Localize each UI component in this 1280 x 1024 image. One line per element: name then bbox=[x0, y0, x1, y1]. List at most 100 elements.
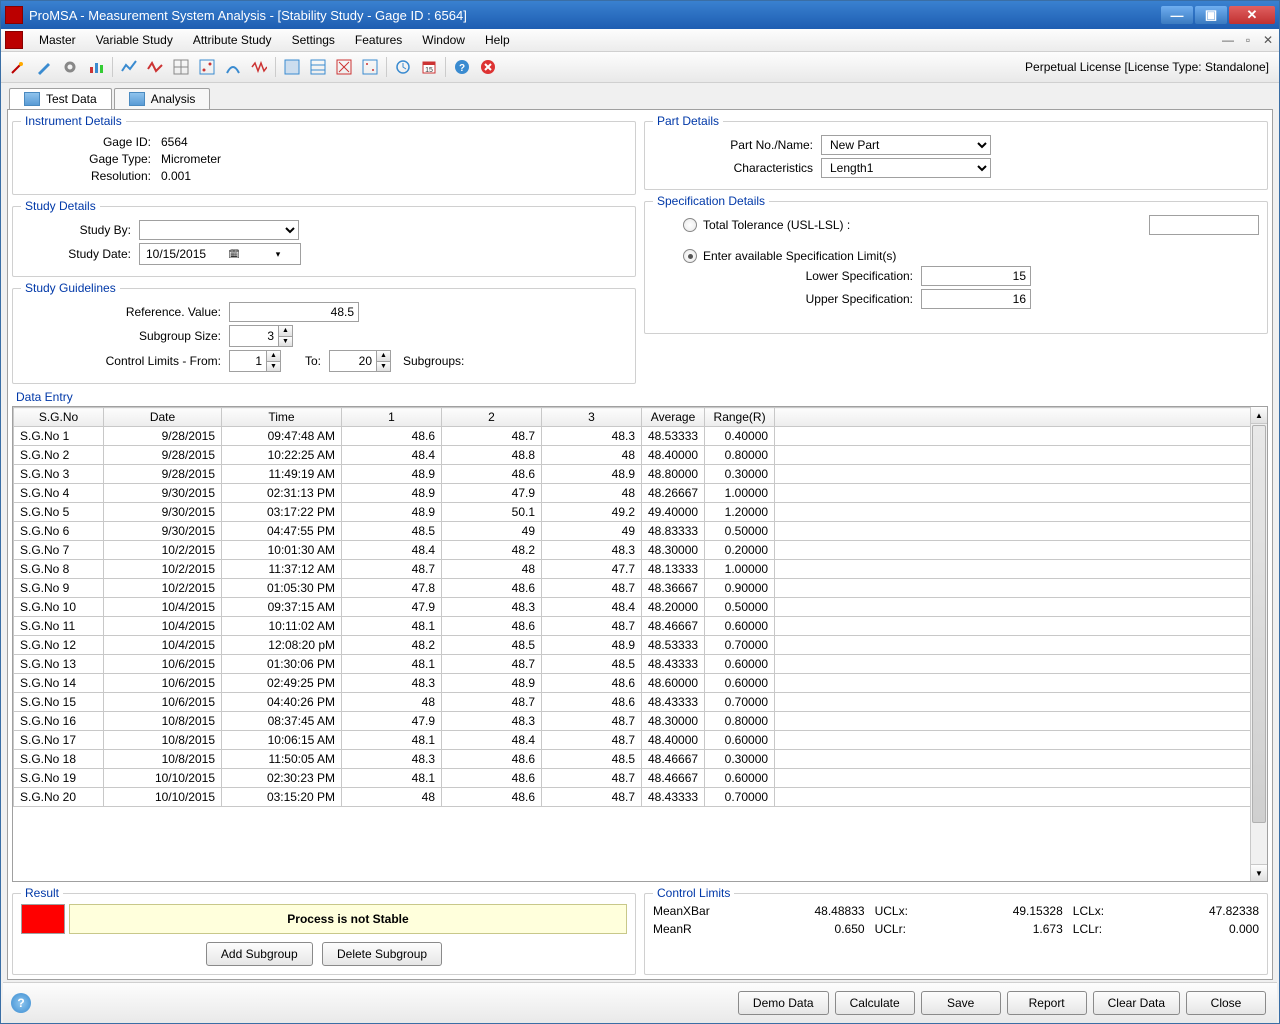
table-cell[interactable]: 48.6 bbox=[442, 769, 542, 788]
tb-grid1-icon[interactable] bbox=[281, 56, 303, 78]
table-cell[interactable]: 48.6 bbox=[542, 674, 642, 693]
table-row[interactable]: S.G.No 69/30/201504:47:55 PM48.5494948.8… bbox=[14, 522, 1251, 541]
table-cell[interactable]: 48.1 bbox=[342, 769, 442, 788]
menu-features[interactable]: Features bbox=[345, 31, 412, 49]
tb-clock-icon[interactable] bbox=[392, 56, 414, 78]
table-cell[interactable]: 48.46667 bbox=[642, 750, 705, 769]
table-cell[interactable]: 48.5 bbox=[442, 636, 542, 655]
table-cell[interactable]: S.G.No 6 bbox=[14, 522, 104, 541]
table-cell[interactable]: 48.9 bbox=[342, 465, 442, 484]
table-cell[interactable]: 10:11:02 AM bbox=[222, 617, 342, 636]
table-row[interactable]: S.G.No 1410/6/201502:49:25 PM48.348.948.… bbox=[14, 674, 1251, 693]
table-cell[interactable]: 48.6 bbox=[442, 465, 542, 484]
table-cell[interactable]: 9/30/2015 bbox=[104, 522, 222, 541]
table-cell[interactable]: 48.1 bbox=[342, 731, 442, 750]
table-cell[interactable]: 0.70000 bbox=[705, 636, 775, 655]
tb-chart4-icon[interactable] bbox=[170, 56, 192, 78]
close-button[interactable]: Close bbox=[1186, 991, 1266, 1015]
grid-header[interactable]: Time bbox=[222, 408, 342, 427]
table-cell[interactable]: 48.36667 bbox=[642, 579, 705, 598]
table-cell[interactable]: 48.7 bbox=[542, 617, 642, 636]
usl-input[interactable] bbox=[921, 289, 1031, 309]
spin-up-icon[interactable]: ▲ bbox=[266, 351, 280, 362]
save-button[interactable]: Save bbox=[921, 991, 1001, 1015]
characteristics-select[interactable]: Length1 bbox=[821, 158, 991, 178]
table-row[interactable]: S.G.No 1710/8/201510:06:15 AM48.148.448.… bbox=[14, 731, 1251, 750]
grid-header[interactable]: Date bbox=[104, 408, 222, 427]
scroll-up-icon[interactable]: ▲ bbox=[1251, 407, 1267, 424]
table-row[interactable]: S.G.No 29/28/201510:22:25 AM48.448.84848… bbox=[14, 446, 1251, 465]
table-cell[interactable]: 48.9 bbox=[342, 503, 442, 522]
spin-down-icon[interactable]: ▼ bbox=[376, 362, 390, 372]
grid-header[interactable]: 1 bbox=[342, 408, 442, 427]
tab-analysis[interactable]: Analysis bbox=[114, 88, 211, 109]
menu-master[interactable]: Master bbox=[29, 31, 86, 49]
table-cell[interactable]: 47.9 bbox=[342, 712, 442, 731]
table-row[interactable]: S.G.No 1910/10/201502:30:23 PM48.148.648… bbox=[14, 769, 1251, 788]
table-cell[interactable]: 10:01:30 AM bbox=[222, 541, 342, 560]
spin-up-icon[interactable]: ▲ bbox=[278, 326, 292, 337]
table-cell[interactable]: 48.4 bbox=[342, 541, 442, 560]
grid-header[interactable]: Range(R) bbox=[705, 408, 775, 427]
table-cell[interactable]: 48.43333 bbox=[642, 788, 705, 807]
table-cell[interactable]: 48.53333 bbox=[642, 636, 705, 655]
table-cell[interactable]: 48.7 bbox=[542, 579, 642, 598]
table-cell[interactable]: 48.26667 bbox=[642, 484, 705, 503]
table-cell[interactable]: 1.00000 bbox=[705, 484, 775, 503]
spin-down-icon[interactable]: ▼ bbox=[278, 337, 292, 347]
table-row[interactable]: S.G.No 49/30/201502:31:13 PM48.947.94848… bbox=[14, 484, 1251, 503]
table-cell[interactable]: 48.6 bbox=[442, 788, 542, 807]
mdi-restore[interactable]: ▫ bbox=[1241, 33, 1255, 47]
table-cell[interactable]: 48.40000 bbox=[642, 446, 705, 465]
table-cell[interactable]: 48.4 bbox=[542, 598, 642, 617]
tb-wand-icon[interactable] bbox=[7, 56, 29, 78]
table-cell[interactable]: 48.2 bbox=[442, 541, 542, 560]
table-row[interactable]: S.G.No 2010/10/201503:15:20 PM4848.648.7… bbox=[14, 788, 1251, 807]
tb-chart7-icon[interactable] bbox=[248, 56, 270, 78]
table-row[interactable]: S.G.No 910/2/201501:05:30 PM47.848.648.7… bbox=[14, 579, 1251, 598]
demo-data-button[interactable]: Demo Data bbox=[738, 991, 829, 1015]
table-cell[interactable]: 0.80000 bbox=[705, 446, 775, 465]
clear-data-button[interactable]: Clear Data bbox=[1093, 991, 1180, 1015]
table-cell[interactable]: S.G.No 19 bbox=[14, 769, 104, 788]
table-cell[interactable]: 03:15:20 PM bbox=[222, 788, 342, 807]
total-tolerance-input[interactable] bbox=[1149, 215, 1259, 235]
table-cell[interactable]: 49 bbox=[442, 522, 542, 541]
table-cell[interactable]: S.G.No 8 bbox=[14, 560, 104, 579]
table-cell[interactable]: S.G.No 11 bbox=[14, 617, 104, 636]
table-cell[interactable]: 47.9 bbox=[442, 484, 542, 503]
table-cell[interactable]: 0.60000 bbox=[705, 674, 775, 693]
cl-to-spinner[interactable]: ▲▼ bbox=[329, 350, 391, 372]
calculate-button[interactable]: Calculate bbox=[835, 991, 915, 1015]
table-cell[interactable]: S.G.No 18 bbox=[14, 750, 104, 769]
tb-calendar-icon[interactable]: 15 bbox=[418, 56, 440, 78]
table-cell[interactable]: 12:08:20 pM bbox=[222, 636, 342, 655]
table-cell[interactable]: 0.60000 bbox=[705, 731, 775, 750]
table-cell[interactable]: 48.6 bbox=[442, 750, 542, 769]
table-cell[interactable]: 48.43333 bbox=[642, 655, 705, 674]
table-cell[interactable]: S.G.No 9 bbox=[14, 579, 104, 598]
table-cell[interactable]: 48.6 bbox=[542, 693, 642, 712]
tab-test-data[interactable]: Test Data bbox=[9, 88, 112, 109]
table-cell[interactable]: S.G.No 4 bbox=[14, 484, 104, 503]
mdi-minimize[interactable]: — bbox=[1221, 33, 1235, 47]
table-cell[interactable]: 0.60000 bbox=[705, 617, 775, 636]
table-cell[interactable]: 10/2/2015 bbox=[104, 560, 222, 579]
study-by-select[interactable] bbox=[139, 220, 299, 240]
table-cell[interactable]: 10/2/2015 bbox=[104, 579, 222, 598]
radio-total-tolerance[interactable] bbox=[683, 218, 697, 232]
table-cell[interactable]: 48 bbox=[442, 560, 542, 579]
subgroup-size-input[interactable] bbox=[230, 326, 278, 346]
table-cell[interactable]: S.G.No 5 bbox=[14, 503, 104, 522]
table-cell[interactable]: 48.3 bbox=[442, 712, 542, 731]
table-cell[interactable]: 48.60000 bbox=[642, 674, 705, 693]
table-cell[interactable]: 48.5 bbox=[542, 750, 642, 769]
table-cell[interactable]: 9/28/2015 bbox=[104, 446, 222, 465]
tb-chart3-icon[interactable] bbox=[144, 56, 166, 78]
tb-delete-icon[interactable] bbox=[477, 56, 499, 78]
table-cell[interactable]: 48.9 bbox=[542, 465, 642, 484]
table-row[interactable]: S.G.No 1110/4/201510:11:02 AM48.148.648.… bbox=[14, 617, 1251, 636]
table-cell[interactable]: 0.40000 bbox=[705, 427, 775, 446]
tb-gear-icon[interactable] bbox=[59, 56, 81, 78]
menu-help[interactable]: Help bbox=[475, 31, 520, 49]
